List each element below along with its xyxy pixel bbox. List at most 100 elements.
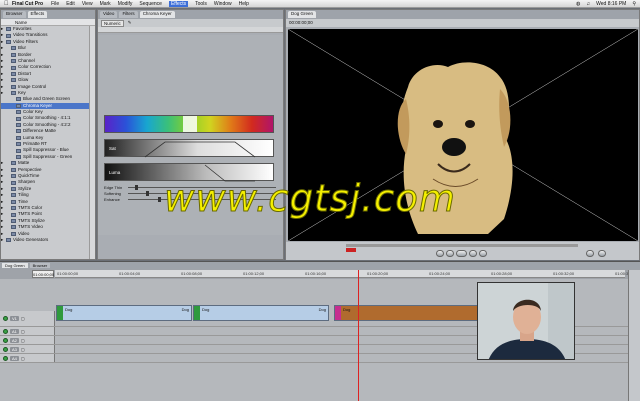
folder-icon <box>11 180 16 185</box>
lock-icon[interactable]: ▢ <box>21 338 25 343</box>
lock-icon[interactable]: ▢ <box>21 347 25 352</box>
clip-end-name: Dog <box>181 307 189 312</box>
folder-icon <box>11 225 16 230</box>
tab-timeline-browser[interactable]: Browser <box>29 263 51 268</box>
filter-icon <box>16 129 21 134</box>
play-reverse-button[interactable] <box>446 250 454 257</box>
track-label[interactable]: A3 <box>10 346 19 352</box>
tab-video[interactable]: Video <box>100 11 118 18</box>
spotlight-icon[interactable]: ⚲ <box>632 1 636 7</box>
menu-file[interactable]: File <box>51 1 59 7</box>
wifi-icon[interactable]: ◍ <box>576 1 580 7</box>
playhead[interactable] <box>358 270 359 401</box>
tab-chroma-keyer[interactable]: Chroma Keyer <box>139 11 175 18</box>
timeline-clip[interactable]: Dog <box>334 305 478 321</box>
tab-effects[interactable]: Effects <box>27 11 48 18</box>
folder-icon <box>6 27 11 32</box>
timeline-ruler[interactable]: 01:00:00;00 01:00:04;00 01:00:08;00 01:00:1… <box>55 270 636 278</box>
menu-mark[interactable]: Mark <box>100 1 111 7</box>
volume-icon[interactable]: ♫ <box>586 1 590 7</box>
eyedropper-icon[interactable]: ✎ <box>128 20 132 26</box>
track-label[interactable]: A1 <box>10 328 19 334</box>
track-visibility-icon[interactable] <box>3 316 8 321</box>
menu-modify[interactable]: Modify <box>118 1 133 7</box>
folder-icon <box>6 33 11 38</box>
apple-icon[interactable]:  <box>4 1 12 7</box>
track-visibility-icon[interactable] <box>3 346 8 352</box>
watermark-text: www.cgtsj.com <box>164 177 456 221</box>
menu-tools[interactable]: Tools <box>195 1 207 7</box>
clip-name: Dog <box>65 307 73 312</box>
track-header: A4 ▢ <box>0 354 55 362</box>
play-forward-button[interactable] <box>469 250 477 257</box>
filter-icon <box>16 110 21 115</box>
timeline-clip[interactable]: Dog Dog <box>56 305 192 321</box>
menu-effects[interactable]: Effects <box>168 0 189 7</box>
track-visibility-icon[interactable] <box>3 355 8 361</box>
menu-edit[interactable]: Edit <box>66 1 75 7</box>
timeline-timecode[interactable]: 01:00:00;00 <box>32 270 54 278</box>
ruler-tick-label: 01:00:08;00 <box>181 271 203 276</box>
column-header-name[interactable]: Name <box>1 19 95 26</box>
clip-name: Dog <box>202 307 210 312</box>
folder-icon <box>11 186 16 191</box>
tab-filters[interactable]: Filters <box>119 11 138 18</box>
effects-item-label: Spill Suppressor - Green <box>23 153 73 159</box>
canvas-timecode[interactable]: 00:00:00;00 <box>289 20 313 25</box>
track-header: A3 ▢ <box>0 345 55 353</box>
lock-icon[interactable]: ▢ <box>21 329 25 334</box>
canvas-scrubber[interactable] <box>346 244 578 247</box>
clip-filter-indicator <box>57 306 63 320</box>
mark-in-button[interactable] <box>346 248 356 252</box>
clock[interactable]: Wed 8:16 PM <box>596 1 626 7</box>
folder-icon <box>11 161 16 166</box>
track-header: A2 ▢ <box>0 336 55 344</box>
folder-icon <box>11 71 16 76</box>
app-name[interactable]: Final Cut Pro <box>12 1 43 7</box>
menu-help[interactable]: Help <box>239 1 249 7</box>
filter-icon <box>16 97 21 102</box>
menu-window[interactable]: Window <box>214 1 232 7</box>
clip-filter-indicator <box>194 306 200 320</box>
disclosure-triangle-icon[interactable]: ▸ <box>1 90 9 96</box>
numeric-button[interactable]: Numeric <box>101 19 124 27</box>
track-header: A1 ▢ <box>0 327 55 335</box>
track-visibility-icon[interactable] <box>3 337 8 343</box>
go-to-start-button[interactable] <box>436 250 444 257</box>
slider-label: Edge Thin <box>104 185 123 190</box>
track-label[interactable]: A4 <box>10 355 19 361</box>
add-marker-button[interactable] <box>598 250 606 257</box>
track-header: V1 ▢ <box>0 311 55 326</box>
timeline-scrollbar[interactable] <box>628 270 640 401</box>
folder-icon <box>11 84 16 89</box>
track-visibility-icon[interactable] <box>3 328 8 334</box>
hue-range-control[interactable] <box>104 115 274 133</box>
ruler-tick-label: 01:00:24;00 <box>429 271 451 276</box>
play-button[interactable] <box>456 250 467 257</box>
folder-icon <box>11 65 16 70</box>
canvas-toolbar: 00:00:00;00 <box>286 19 639 27</box>
folder-icon <box>11 212 16 217</box>
mark-clip-button[interactable] <box>586 250 594 257</box>
track-label[interactable]: V1 <box>10 316 19 321</box>
tab-browser[interactable]: Browser <box>3 11 26 18</box>
tab-dog-green[interactable]: Dog Green <box>288 11 317 18</box>
tab-timeline-sequence[interactable]: Dog Green <box>2 263 28 268</box>
filter-icon <box>16 142 21 147</box>
go-to-end-button[interactable] <box>479 250 487 257</box>
effects-scrollbar[interactable] <box>89 26 95 259</box>
disclosure-triangle-icon[interactable]: ▸ <box>1 237 4 243</box>
folder-icon <box>11 52 16 57</box>
lock-icon[interactable]: ▢ <box>21 316 25 321</box>
saturation-range-control[interactable]: Sat <box>104 139 274 158</box>
effects-list-item[interactable]: ▸ Video Generators <box>1 237 95 243</box>
filter-icon <box>16 116 21 121</box>
ruler-tick-label: 01:00:16;00 <box>305 271 327 276</box>
menu-sequence[interactable]: Sequence <box>139 1 162 7</box>
timeline-clip[interactable]: Dog Dog <box>193 305 329 321</box>
slider-thumb[interactable] <box>135 185 139 190</box>
hue-selection-window[interactable] <box>183 116 197 132</box>
track-label[interactable]: A2 <box>10 337 19 343</box>
lock-icon[interactable]: ▢ <box>21 356 25 361</box>
menu-view[interactable]: View <box>82 1 93 7</box>
